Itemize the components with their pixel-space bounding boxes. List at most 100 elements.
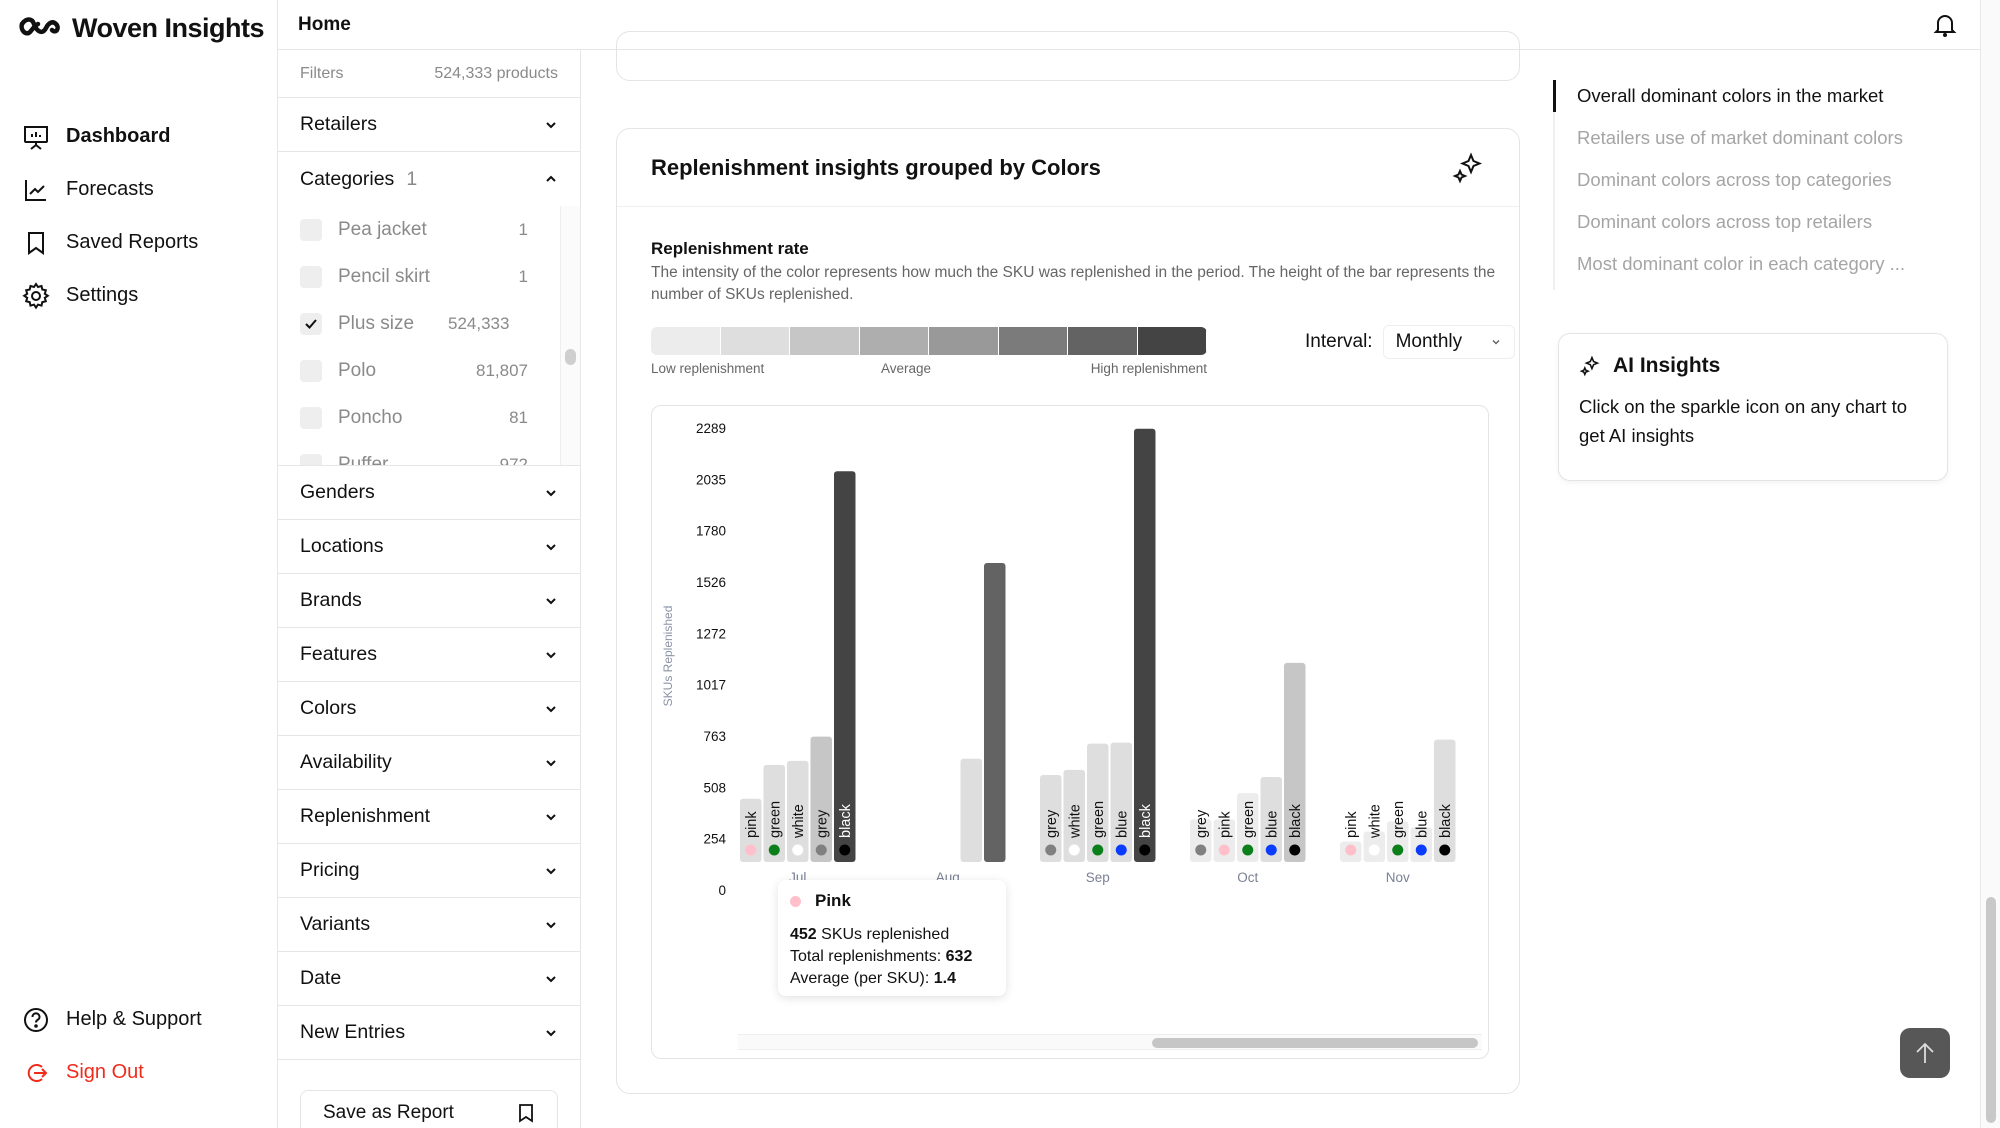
filter-label: Replenishment bbox=[300, 805, 431, 827]
bar-jul-grey[interactable] bbox=[810, 736, 833, 862]
interval-select[interactable]: Monthly bbox=[1382, 325, 1515, 359]
scale-step bbox=[651, 327, 721, 355]
category-option[interactable]: Puffer 972 bbox=[278, 441, 580, 465]
category-name: Plus size bbox=[338, 312, 415, 334]
y-tick-label: 2289 bbox=[696, 421, 726, 436]
category-option[interactable]: Poncho 81 bbox=[278, 394, 580, 441]
bar-color-label: black bbox=[1438, 803, 1454, 838]
save-as-report-button[interactable]: Save as Report bbox=[300, 1090, 558, 1128]
nav-label-dashboard: Dashboard bbox=[66, 125, 171, 147]
filter-genders[interactable]: Genders bbox=[278, 466, 580, 520]
tooltip-total: Total replenishments: 632 bbox=[790, 946, 994, 968]
bar-aug[interactable] bbox=[984, 563, 1006, 862]
bar-color-swatch bbox=[1218, 844, 1230, 856]
check-icon bbox=[305, 318, 317, 329]
filter-locations[interactable]: Locations bbox=[278, 520, 580, 574]
category-checkbox[interactable] bbox=[300, 359, 322, 382]
bar-color-label: black bbox=[838, 803, 854, 838]
brand[interactable]: Woven Insights bbox=[18, 12, 265, 44]
category-checkbox[interactable] bbox=[300, 265, 322, 288]
tooltip-header: Pink bbox=[790, 890, 994, 912]
bar-color-swatch bbox=[1242, 844, 1254, 856]
help-support-link[interactable]: Help & Support bbox=[22, 993, 202, 1046]
category-option[interactable]: Pencil skirt 1 bbox=[278, 253, 580, 300]
line-chart-icon bbox=[25, 179, 46, 201]
page-scroll-thumb[interactable] bbox=[1986, 897, 1996, 1123]
x-tick-label: Sep bbox=[1086, 870, 1110, 885]
page-scrollbar[interactable] bbox=[1980, 0, 2000, 1128]
ai-insights-card: AI Insights Click on the sparkle icon on… bbox=[1558, 333, 1948, 481]
app: Woven Insights Dashboard Forecasts Saved… bbox=[0, 0, 2000, 1128]
bell-icon[interactable] bbox=[1932, 12, 1958, 38]
category-name: Poncho bbox=[338, 406, 403, 428]
category-checkbox[interactable] bbox=[300, 218, 322, 241]
filter-colors[interactable]: Colors bbox=[278, 682, 580, 736]
filter-replenishment[interactable]: Replenishment bbox=[278, 790, 580, 844]
nav-item-forecasts[interactable]: Forecasts bbox=[22, 163, 198, 216]
toc-item[interactable]: Most dominant color in each category ... bbox=[1555, 248, 1905, 290]
filter-pricing[interactable]: Pricing bbox=[278, 844, 580, 898]
filter-variants[interactable]: Variants bbox=[278, 898, 580, 952]
toc-item[interactable]: Overall dominant colors in the market bbox=[1553, 80, 1905, 112]
nav-item-dashboard[interactable]: Dashboard bbox=[22, 110, 198, 163]
category-checkbox-checked[interactable] bbox=[300, 312, 322, 335]
tooltip-skus: 452 SKUs replenished bbox=[790, 924, 994, 946]
filter-new-entries[interactable]: New Entries bbox=[278, 1006, 580, 1060]
tooltip-skus-value: 452 bbox=[790, 926, 817, 943]
category-option[interactable]: Plus size 524,333 bbox=[278, 300, 580, 347]
categories-scroll-thumb[interactable] bbox=[565, 349, 576, 365]
category-checkbox[interactable] bbox=[300, 406, 322, 429]
chart-tooltip: Pink 452 SKUs replenished Total replenis… bbox=[778, 880, 1006, 996]
nav-label-saved-reports: Saved Reports bbox=[66, 231, 199, 253]
nav-label-settings: Settings bbox=[66, 284, 139, 306]
bar-color-label: grey bbox=[1194, 809, 1210, 838]
filter-label: Brands bbox=[300, 589, 362, 611]
bar-jul-black[interactable] bbox=[834, 471, 856, 862]
category-checkbox[interactable] bbox=[300, 453, 322, 465]
bar-nov-black[interactable] bbox=[1434, 739, 1456, 862]
bar-color-label: white bbox=[1367, 804, 1383, 839]
filter-label: Retailers bbox=[300, 113, 377, 135]
ai-insights-title: AI Insights bbox=[1613, 354, 1721, 377]
bar-color-swatch bbox=[1392, 844, 1404, 856]
scale-step bbox=[1137, 327, 1207, 355]
bar-sep-black[interactable] bbox=[1134, 428, 1156, 862]
filter-features[interactable]: Features bbox=[278, 628, 580, 682]
sparkle-icon[interactable] bbox=[1451, 151, 1485, 185]
filter-date[interactable]: Date bbox=[278, 952, 580, 1006]
filter-retailers[interactable]: Retailers bbox=[278, 98, 580, 152]
filter-label: Genders bbox=[300, 481, 375, 503]
sign-out-label: Sign Out bbox=[66, 1061, 144, 1083]
bar-color-swatch bbox=[1139, 844, 1151, 856]
chart-scroll-thumb[interactable] bbox=[1152, 1038, 1478, 1048]
bar-color-label: black bbox=[1138, 803, 1154, 838]
toc-item[interactable]: Retailers use of market dominant colors bbox=[1555, 122, 1905, 164]
bar-aug[interactable] bbox=[960, 758, 983, 862]
filter-categories[interactable]: Categories 1 bbox=[278, 152, 580, 206]
previous-card bbox=[616, 31, 1520, 81]
category-option[interactable]: Pea jacket 1 bbox=[278, 206, 580, 253]
scale-step bbox=[859, 327, 929, 355]
chevron-down-icon bbox=[546, 975, 556, 982]
scale-step bbox=[929, 327, 999, 355]
bar-color-swatch bbox=[1115, 844, 1127, 856]
sidebar: Woven Insights Dashboard Forecasts Saved… bbox=[0, 0, 278, 1128]
bar-sep-blue[interactable] bbox=[1110, 742, 1133, 862]
category-option[interactable]: Polo 81,807 bbox=[278, 347, 580, 394]
filter-availability[interactable]: Availability bbox=[278, 736, 580, 790]
toc-item[interactable]: Dominant colors across top retailers bbox=[1555, 206, 1905, 248]
bar-color-swatch bbox=[1439, 844, 1451, 856]
y-tick-label: 763 bbox=[703, 729, 726, 744]
bar-color-label: green bbox=[1091, 801, 1107, 838]
nav-item-settings[interactable]: Settings bbox=[22, 269, 198, 322]
sign-out-link[interactable]: Sign Out bbox=[22, 1046, 202, 1099]
categories-scrollbar[interactable] bbox=[560, 206, 580, 465]
scroll-to-top-button[interactable] bbox=[1900, 1028, 1950, 1078]
y-tick-label: 0 bbox=[718, 883, 726, 898]
toc-item[interactable]: Dominant colors across top categories bbox=[1555, 164, 1905, 206]
chevron-down-icon bbox=[546, 597, 556, 604]
chart-horizontal-scrollbar[interactable] bbox=[738, 1034, 1482, 1050]
nav-item-saved-reports[interactable]: Saved Reports bbox=[22, 216, 198, 269]
filter-brands[interactable]: Brands bbox=[278, 574, 580, 628]
category-count: 524,333 bbox=[448, 313, 510, 333]
